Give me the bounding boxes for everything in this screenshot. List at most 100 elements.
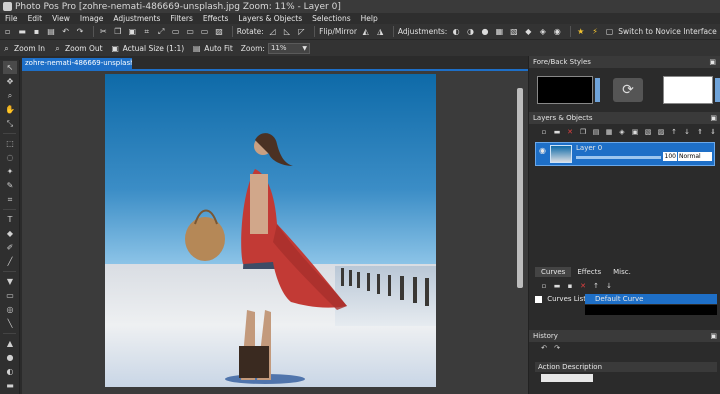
open-curve-icon[interactable]: ▬ (552, 282, 562, 291)
flip-horizontal-icon[interactable]: ◭ (360, 26, 371, 38)
zoom-out-button[interactable]: ⌕ Zoom Out (53, 44, 102, 53)
lightning-icon[interactable]: ⚡ (589, 26, 600, 38)
move-bottom-icon[interactable]: ⇓ (708, 128, 718, 137)
menu-effects[interactable]: Effects (198, 14, 234, 23)
saturation-icon[interactable]: ◈ (537, 26, 548, 38)
print-icon[interactable]: ▤ (45, 26, 56, 38)
document-tab[interactable]: zohre-nemati-486669-unsplash.jpg (22, 58, 132, 69)
background-style-options-icon[interactable] (715, 78, 720, 102)
tab-misc[interactable]: Misc. (607, 267, 637, 277)
frame-icon[interactable]: ▭ (184, 26, 195, 38)
pin-icon[interactable]: ▣ (709, 56, 716, 68)
rotate-free-icon[interactable]: ◸ (296, 26, 307, 38)
line-tool-icon[interactable]: ╱ (3, 255, 17, 268)
move-down-icon[interactable]: ↓ (682, 128, 692, 137)
group-icon[interactable]: ▨ (656, 128, 666, 137)
rect-select-tool-icon[interactable]: ⬚ (3, 137, 17, 150)
menu-adjustments[interactable]: Adjustments (108, 14, 165, 23)
fill-tool-icon[interactable]: ▼ (3, 275, 17, 288)
brush-tool-icon[interactable]: ✐ (3, 241, 17, 254)
pin-icon[interactable]: ▣ (710, 112, 717, 124)
lasso-tool-icon[interactable]: ◌ (3, 151, 17, 164)
auto-fit-button[interactable]: ▤ Auto Fit (192, 44, 233, 53)
eraser-tool-icon[interactable]: ▭ (3, 289, 17, 302)
opacity-field[interactable]: 100 (663, 152, 677, 161)
menu-view[interactable]: View (47, 14, 75, 23)
tab-effects[interactable]: Effects (571, 267, 607, 277)
delete-curve-icon[interactable]: ✕ (578, 282, 588, 291)
magic-wand-tool-icon[interactable]: ✦ (3, 165, 17, 178)
new-curve-icon[interactable]: ▫ (539, 282, 549, 291)
layer-style-icon[interactable]: ▧ (643, 128, 653, 137)
smudge-tool-icon[interactable]: ● (3, 351, 17, 364)
rotate-left-icon[interactable]: ◿ (267, 26, 278, 38)
brightness-icon[interactable]: ◉ (552, 26, 563, 38)
pin-icon[interactable]: ▣ (710, 330, 717, 342)
layer-effects-icon[interactable]: ◈ (617, 128, 627, 137)
canvas-icon[interactable]: ▭ (170, 26, 181, 38)
open-layer-icon[interactable]: ▬ (552, 128, 562, 137)
background-style-swatch[interactable] (663, 76, 713, 104)
menu-selections[interactable]: Selections (307, 14, 355, 23)
merge-layer-icon[interactable]: ▤ (591, 128, 601, 137)
rotate-right-icon[interactable]: ◺ (281, 26, 292, 38)
clone-tool-icon[interactable]: ◎ (3, 303, 17, 316)
new-layer-icon[interactable]: ▫ (539, 128, 549, 137)
menu-help[interactable]: Help (356, 14, 383, 23)
tab-curves[interactable]: Curves (535, 267, 572, 277)
redo-icon[interactable]: ↷ (74, 26, 85, 38)
open-folder-icon[interactable]: ▬ (16, 26, 27, 38)
save-icon[interactable]: ▪ (31, 26, 42, 38)
foreground-style-options-icon[interactable] (595, 78, 600, 102)
vertical-scrollbar[interactable] (515, 82, 525, 394)
layer-row[interactable]: ◉ Layer 0 100 Normal (535, 142, 715, 166)
eye-icon[interactable]: ◉ (539, 146, 546, 155)
novice-interface-button[interactable]: Switch to Novice Interface (618, 27, 717, 36)
save-curve-icon[interactable]: ▪ (565, 282, 575, 291)
swap-styles-icon[interactable]: ⟳ (613, 78, 643, 102)
stamp-tool-icon[interactable]: ▲ (3, 337, 17, 350)
actual-size-button[interactable]: ▣ Actual Size (1:1) (111, 44, 184, 53)
resize-icon[interactable]: ⤢ (155, 26, 166, 38)
curve-up-icon[interactable]: ↑ (591, 282, 601, 291)
layer-properties-icon[interactable]: ▦ (604, 128, 614, 137)
photo-icon[interactable]: ▨ (213, 26, 224, 38)
curve-down-icon[interactable]: ↓ (604, 282, 614, 291)
levels-icon[interactable]: ▦ (494, 26, 505, 38)
menu-image[interactable]: Image (75, 14, 109, 23)
border-icon[interactable]: ▭ (199, 26, 210, 38)
zoom-select[interactable]: 11% ▼ (267, 42, 310, 54)
move-tool-icon[interactable]: ✥ (3, 75, 17, 88)
mask-icon[interactable]: ▣ (630, 128, 640, 137)
undo-icon[interactable]: ↶ (539, 344, 549, 353)
zoom-in-button[interactable]: ⌕ Zoom In (2, 44, 45, 53)
undo-icon[interactable]: ↶ (60, 26, 71, 38)
cut-icon[interactable]: ✂ (98, 26, 109, 38)
history-item[interactable] (541, 374, 593, 382)
paste-icon[interactable]: ▣ (127, 26, 138, 38)
move-up-icon[interactable]: ↑ (669, 128, 679, 137)
duplicate-layer-icon[interactable]: ❐ (578, 128, 588, 137)
color-balance-icon[interactable]: ◑ (465, 26, 476, 38)
menu-layers-objects[interactable]: Layers & Objects (233, 14, 307, 23)
zoom-tool-icon[interactable]: ⌕ (3, 89, 17, 102)
curves-list-checkbox[interactable] (535, 295, 542, 303)
novice-interface-icon[interactable]: ▢ (604, 26, 615, 38)
transform-tool-icon[interactable]: ⤡ (3, 117, 17, 130)
pointer-tool-icon[interactable]: ↖ (3, 61, 17, 74)
flip-vertical-icon[interactable]: ◮ (374, 26, 385, 38)
crop-tool-icon[interactable]: ⌗ (3, 193, 17, 206)
copy-icon[interactable]: ❐ (112, 26, 123, 38)
foreground-style-swatch[interactable] (537, 76, 593, 104)
blur-tool-icon[interactable]: ◐ (3, 365, 17, 378)
opacity-slider[interactable] (576, 156, 661, 159)
scrollbar-thumb[interactable] (517, 88, 523, 288)
photo-canvas[interactable] (105, 74, 436, 387)
blend-mode-select[interactable]: Normal (678, 152, 712, 161)
sharpen-icon[interactable]: ◆ (523, 26, 534, 38)
pen-tool-icon[interactable]: ✎ (3, 179, 17, 192)
menu-filters[interactable]: Filters (165, 14, 197, 23)
star-icon[interactable]: ★ (575, 26, 586, 38)
text-tool-icon[interactable]: T (3, 213, 17, 226)
menu-edit[interactable]: Edit (23, 14, 48, 23)
